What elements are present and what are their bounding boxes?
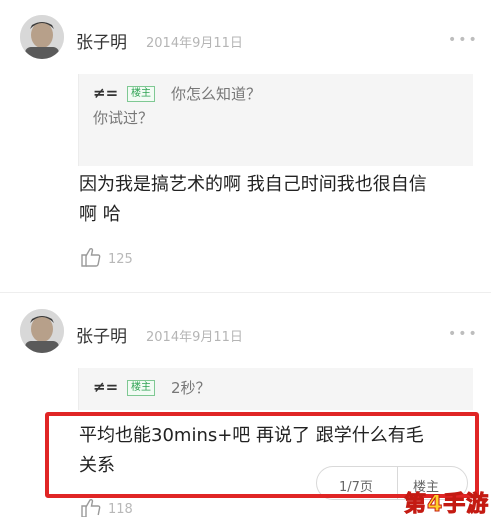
like-count: 118 <box>108 502 133 517</box>
avatar[interactable] <box>20 15 64 59</box>
quoted-text-line: 2秒？ <box>171 379 211 397</box>
quoted-reply: ≠= 楼主 2秒？ <box>78 368 473 410</box>
op-badge: 楼主 <box>127 380 155 396</box>
quoted-text-line: 你试过？ <box>93 109 154 127</box>
more-dots-icon[interactable]: ••• <box>448 326 479 342</box>
thumbs-up-icon[interactable] <box>80 498 102 517</box>
comment-text-line: 啊 哈 <box>79 204 121 225</box>
quoted-user[interactable]: ≠= <box>93 84 118 102</box>
comment-author[interactable]: 张子明 <box>76 28 127 53</box>
comment-author[interactable]: 张子明 <box>76 322 127 347</box>
divider <box>0 292 491 293</box>
quoted-text-line: 你怎么知道？ <box>171 85 262 103</box>
comment-date: 2014年9月11日 <box>146 36 243 51</box>
quoted-user[interactable]: ≠= <box>93 378 118 396</box>
comment-date: 2014年9月11日 <box>146 330 243 345</box>
watermark-logo: 第4手游 <box>403 492 490 517</box>
thumbs-up-icon[interactable] <box>80 246 102 272</box>
comment-text-line: 因为我是搞艺术的啊 我自己时间我也很自信 <box>79 174 427 195</box>
like-count: 125 <box>108 252 133 267</box>
quoted-reply: ≠= 楼主 你怎么知道？ 你试过？ <box>78 74 473 166</box>
op-badge: 楼主 <box>127 86 155 102</box>
avatar[interactable] <box>20 309 64 353</box>
more-dots-icon[interactable]: ••• <box>448 32 479 48</box>
